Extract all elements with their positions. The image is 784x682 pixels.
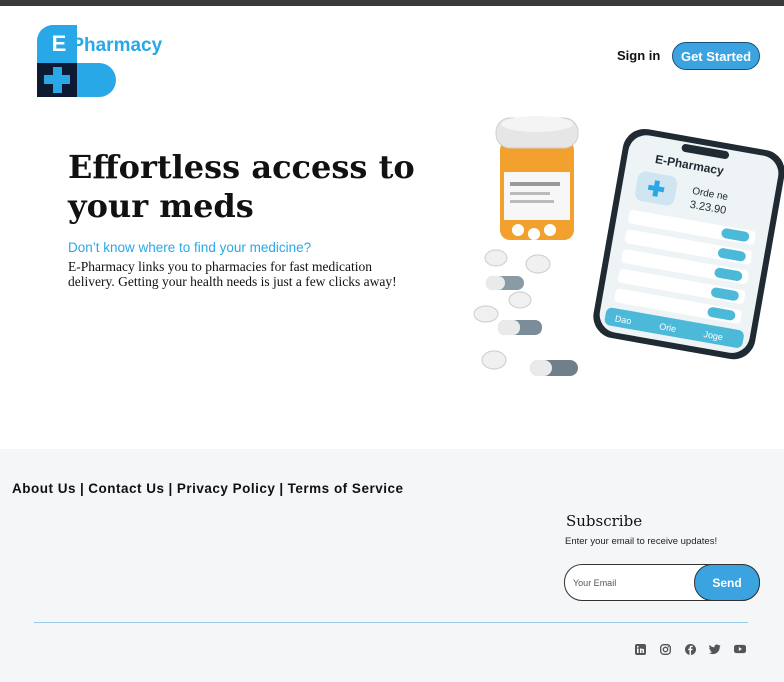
get-started-button[interactable]: Get Started	[672, 42, 760, 70]
email-form: Send	[564, 564, 760, 601]
browser-top-bar	[0, 0, 784, 6]
social-icons	[634, 643, 746, 655]
pill-bottle-icon	[495, 116, 579, 240]
twitter-icon[interactable]	[709, 643, 721, 655]
facebook-icon[interactable]	[684, 643, 696, 655]
send-button[interactable]: Send	[694, 564, 760, 601]
sign-in-link[interactable]: Sign in	[617, 48, 660, 63]
hero-description: E-Pharmacy links you to pharmacies for f…	[68, 259, 397, 289]
subscribe-text: Enter your email to receive updates!	[565, 536, 718, 547]
hero-subtitle: Don’t know where to find your medicine?	[68, 240, 312, 255]
email-input[interactable]	[573, 575, 693, 591]
logo-block-round	[77, 63, 116, 97]
link-separator: |	[168, 481, 173, 496]
logo-plus-horizontal	[44, 75, 70, 84]
youtube-icon[interactable]	[734, 643, 746, 655]
contact-us-link[interactable]: Contact Us	[88, 481, 164, 496]
subscribe-title: Subscribe	[566, 512, 643, 530]
instagram-icon[interactable]	[659, 643, 671, 655]
privacy-policy-link[interactable]: Privacy Policy	[177, 481, 276, 496]
pills-icon	[473, 249, 578, 376]
link-separator: |	[80, 481, 85, 496]
brand-name-text: Pharmacy	[71, 35, 163, 56]
terms-of-service-link[interactable]: Terms of Service	[288, 481, 404, 496]
footer-divider	[34, 622, 748, 623]
phone-mockup: E-Pharmacy Orde ne 3.23.90 Dao Orie Joge	[593, 128, 784, 360]
page: E -Pharmacy Sign in Get Started Effortle…	[0, 0, 784, 682]
hero-title: Effortless access to your meds	[68, 148, 415, 225]
about-us-link[interactable]: About Us	[12, 481, 76, 496]
logo[interactable]: E -Pharmacy	[37, 25, 187, 97]
linkedin-icon[interactable]	[634, 643, 646, 655]
link-separator: |	[279, 481, 284, 496]
footer-links: About Us | Contact Us | Privacy Policy | Terms…	[12, 481, 403, 496]
brand-name: -Pharmacy	[65, 35, 163, 56]
hero-illustration: E-Pharmacy Orde ne 3.23.90 Dao Orie Joge	[473, 116, 784, 376]
